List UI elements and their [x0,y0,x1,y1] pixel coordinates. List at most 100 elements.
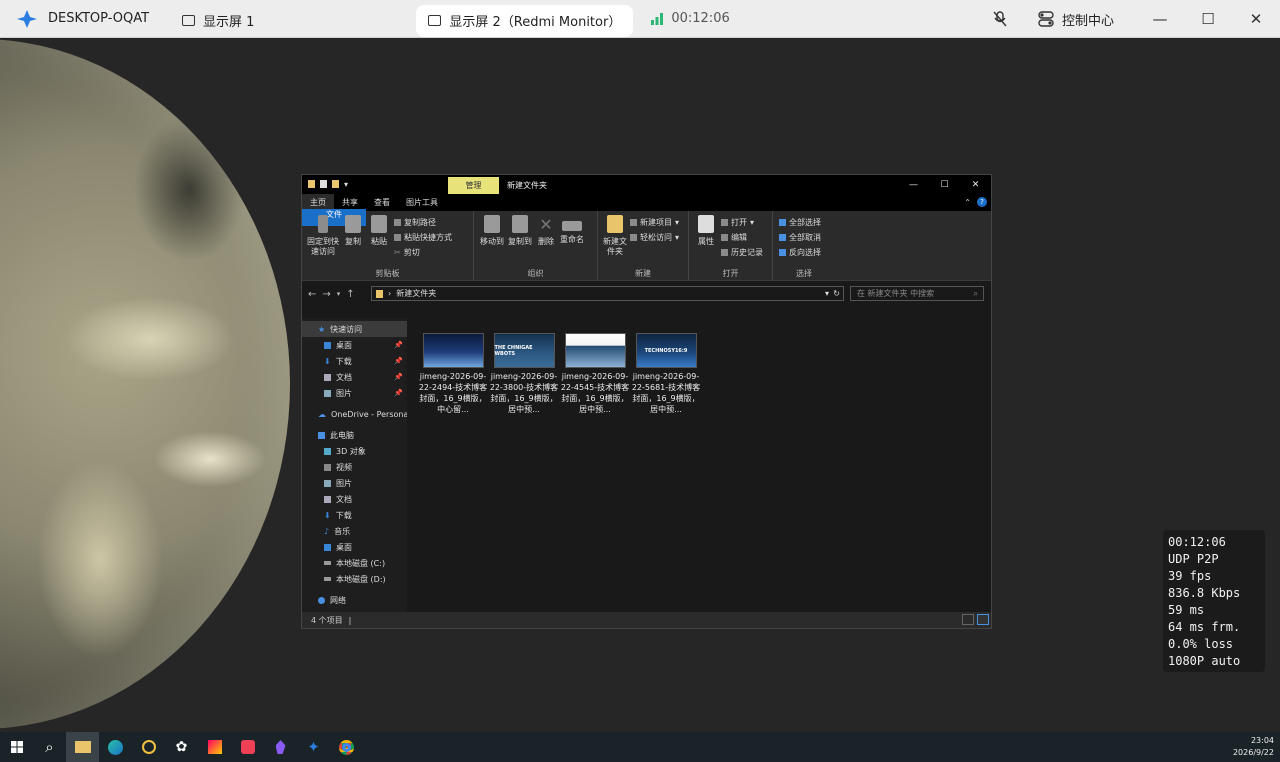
chevron-down-icon[interactable]: ▾ [825,289,829,298]
up-arrow-icon[interactable]: ↑ [346,289,354,300]
nav-qa-downloads[interactable]: ⬇ 下载 📌 [302,353,407,369]
search-input[interactable]: 在 新建文件夹 中搜索 ⌕ [850,286,984,301]
nav-pc-pictures[interactable]: 图片 [302,475,407,491]
image-thumbnail: TECHNOSY16:9 [635,333,697,368]
new-folder-icon[interactable] [332,180,339,188]
pin-icon[interactable]: 📌 [394,341,403,349]
taskbar-remote-app[interactable]: ✦ [297,732,330,762]
address-bar[interactable]: › 新建文件夹 ▾ ↻ [371,286,844,301]
new-folder-label: 新建文件夹 [603,237,627,256]
desktop-icon [324,341,331,349]
search-button[interactable]: ⌕ [33,732,66,762]
tab-screen-2[interactable]: 显示屏 2（Redmi Monitor） [416,4,634,37]
taskbar-clock[interactable]: 23:04 2026/9/22 [1233,735,1274,759]
history-button[interactable]: 历史记录 [721,247,763,258]
invert-selection-button[interactable]: 反向选择 [779,247,821,258]
collapse-ribbon-icon[interactable]: ⌃ [964,198,971,207]
close-button[interactable]: ✕ [1232,0,1280,38]
large-icons-view-button[interactable] [977,614,989,625]
file-item[interactable]: jimeng-2026-09-22-4545-技术博客封面，16_9横版，居中预… [561,333,629,415]
pin-icon [318,215,328,233]
recent-chevron-icon[interactable]: ▾ [337,290,341,298]
properties-label: 属性 [698,237,714,246]
pin-icon[interactable]: 📌 [394,357,403,365]
download-icon: ⬇ [324,356,331,366]
help-icon[interactable]: ? [977,197,987,207]
taskbar-app-yellow[interactable] [132,732,165,762]
details-view-button[interactable] [962,614,974,625]
nav-qa-desktop[interactable]: 桌面 📌 [302,337,407,353]
nav-this-pc[interactable]: 此电脑 [302,427,407,443]
monitor-icon [182,15,195,26]
group-new: 新建文件夹 新建项目 ▾ 轻松访问 ▾ 新建 [598,211,689,281]
folder-icon[interactable] [308,180,315,188]
control-center-label: 控制中心 [1061,13,1114,29]
taskbar-jetbrains[interactable] [198,732,231,762]
pin-icon[interactable]: 📌 [394,373,403,381]
forward-arrow-icon[interactable]: → [322,289,330,300]
nav-quick-access[interactable]: ★ 快速访问 [302,321,407,337]
back-arrow-icon[interactable]: ← [308,289,316,300]
tab-manage[interactable]: 管理 [448,177,499,194]
maximize-button[interactable]: ☐ [1184,0,1232,38]
nav-pc-drive-d[interactable]: 本地磁盘 (D:) [302,571,407,587]
taskbar-chrome[interactable] [330,732,363,762]
open-button[interactable]: 打开 ▾ [721,217,763,228]
tab-view[interactable]: 查看 [366,194,398,211]
nav-pc-drive-c[interactable]: 本地磁盘 (C:) [302,555,407,571]
explorer-maximize-button[interactable]: ☐ [929,175,960,194]
stat-line: 59 ms [1168,603,1205,617]
nav-qa-documents[interactable]: 文档 📌 [302,369,407,385]
easy-access-label: 轻松访问 [640,233,672,242]
explorer-minimize-button[interactable]: — [898,175,929,194]
drive-icon [324,577,331,581]
nav-qa-pictures[interactable]: 图片 📌 [302,385,407,401]
scissors-icon: ✂ [394,248,401,257]
breadcrumb[interactable]: 新建文件夹 [396,288,436,299]
taskbar-chatgpt[interactable]: ✿ [165,732,198,762]
file-item[interactable]: jimeng-2026-09-22-2494-技术博客封面，16_9横版，中心留… [419,333,487,415]
chevron-down-icon[interactable]: ▾ [344,180,348,189]
nav-onedrive[interactable]: ☁ OneDrive - Personal [302,406,407,422]
nav-pc-videos[interactable]: 视频 [302,459,407,475]
tab-picture-tools[interactable]: 图片工具 [398,194,446,211]
file-item[interactable]: THE CHNIGAE WBOTS jimeng-2026-09-22-3800… [489,333,559,415]
app-logo-icon: ✦ [307,738,320,756]
refresh-icon[interactable]: ↻ [833,289,840,298]
nav-pc-documents[interactable]: 文档 [302,491,407,507]
group-label: 选择 [796,269,812,278]
copy-path-button[interactable]: 复制路径 [394,217,452,228]
file-item[interactable]: TECHNOSY16:9 jimeng-2026-09-22-5681-技术博客… [632,333,700,415]
copy-label: 复制 [345,237,361,246]
drive-icon [324,561,331,565]
new-item-button[interactable]: 新建项目 ▾ [630,217,679,228]
select-all-button[interactable]: 全部选择 [779,217,821,228]
nav-pc-desktop[interactable]: 桌面 [302,539,407,555]
taskbar-edge[interactable] [99,732,132,762]
taskbar-obsidian[interactable] [264,732,297,762]
nav-pc-downloads[interactable]: ⬇ 下载 [302,507,407,523]
taskbar-file-explorer[interactable] [66,732,99,762]
taskbar-pocket[interactable] [231,732,264,762]
paste-shortcut-button[interactable]: 粘贴快捷方式 [394,232,452,243]
properties-icon[interactable] [320,180,327,188]
nav-pc-music[interactable]: ♪ 音乐 [302,523,407,539]
start-button[interactable] [0,732,33,762]
explorer-close-button[interactable]: ✕ [960,175,991,194]
edit-button[interactable]: 编辑 [721,232,763,243]
control-center-button[interactable]: 控制中心 [1024,10,1136,29]
cut-button[interactable]: ✂ 剪切 [394,247,452,258]
mic-mute-button[interactable] [976,0,1024,38]
minimize-button[interactable]: — [1136,0,1184,38]
item-count: 4 个项目 [311,615,343,625]
star-icon: ★ [318,324,326,334]
explorer-body: ★ 快速访问 桌面 📌 ⬇ 下载 📌 文档 📌 图片 📌 ☁ OneDrive - Perso… [302,318,991,614]
select-none-button[interactable]: 全部取消 [779,232,821,243]
file-name: jimeng-2026-09-22-3800-技术博客封面，16_9横版，居中预… [489,372,559,414]
pin-icon[interactable]: 📌 [394,389,403,397]
tab-screen-1[interactable]: 显示屏 1 [170,5,266,37]
nav-network[interactable]: 网络 [302,592,407,608]
easy-access-button[interactable]: 轻松访问 ▾ [630,232,679,243]
nav-pc-3d-objects[interactable]: 3D 对象 [302,443,407,459]
easy-access-icon [630,234,637,241]
